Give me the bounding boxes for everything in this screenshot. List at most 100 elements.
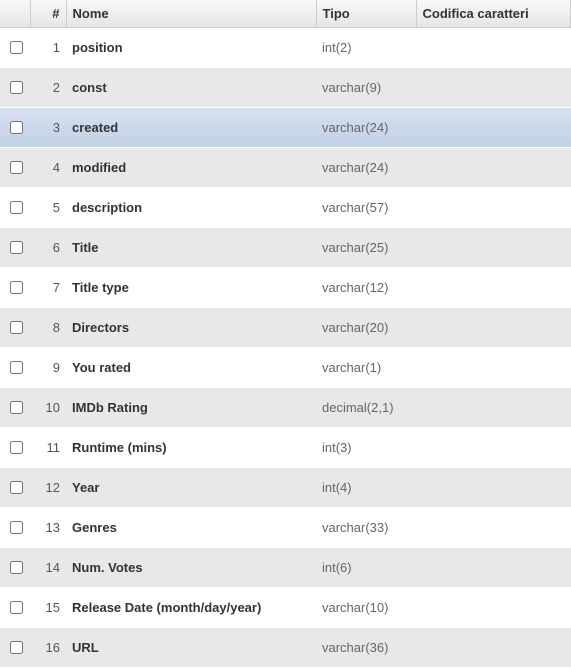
row-checkbox[interactable] <box>10 41 23 54</box>
row-type: varchar(24) <box>316 148 416 188</box>
row-checkbox[interactable] <box>10 281 23 294</box>
row-type: varchar(36) <box>316 628 416 668</box>
table-row[interactable]: 13 Genres varchar(33) <box>0 508 571 548</box>
row-encoding <box>416 68 571 108</box>
row-type: varchar(20) <box>316 308 416 348</box>
row-checkbox[interactable] <box>10 521 23 534</box>
row-checkbox-cell <box>0 628 30 668</box>
row-type: varchar(24) <box>316 108 416 148</box>
table-row[interactable]: 9You ratedvarchar(1) <box>0 348 571 388</box>
header-type[interactable]: Tipo <box>316 0 416 28</box>
table-row[interactable]: 1positionint(2) <box>0 28 571 68</box>
row-encoding <box>416 588 571 628</box>
row-name: URL <box>66 628 316 668</box>
row-checkbox[interactable] <box>10 601 23 614</box>
row-checkbox-cell <box>0 68 30 108</box>
row-number: 10 <box>30 388 66 428</box>
table-row[interactable]: 6Titlevarchar(25) <box>0 228 571 268</box>
row-encoding <box>416 268 571 308</box>
row-type: varchar(12) <box>316 268 416 308</box>
row-number: 13 <box>30 508 66 548</box>
row-checkbox-cell <box>0 188 30 228</box>
row-encoding <box>416 548 571 588</box>
row-number: 3 <box>30 108 66 148</box>
row-name: Year <box>66 468 316 508</box>
column-name-link[interactable]: Directors <box>72 320 129 335</box>
column-name-link[interactable]: modified <box>72 160 126 175</box>
row-name: IMDb Rating <box>66 388 316 428</box>
row-checkbox[interactable] <box>10 641 23 654</box>
row-encoding <box>416 508 571 548</box>
column-name-link[interactable]: description <box>72 200 142 215</box>
column-name-link[interactable]: const <box>72 80 107 95</box>
row-encoding <box>416 468 571 508</box>
table-row[interactable]: 10IMDb Ratingdecimal(2,1) <box>0 388 571 428</box>
row-checkbox[interactable] <box>10 441 23 454</box>
row-checkbox[interactable] <box>10 561 23 574</box>
row-encoding <box>416 428 571 468</box>
table-row[interactable]: 16URLvarchar(36) <box>0 628 571 668</box>
row-number: 15 <box>30 588 66 628</box>
column-name-link[interactable]: You rated <box>72 360 131 375</box>
column-name-link[interactable]: Year <box>72 480 99 495</box>
row-checkbox[interactable] <box>10 401 23 414</box>
table-row[interactable]: 14Num. Votesint(6) <box>0 548 571 588</box>
row-checkbox[interactable] <box>10 321 23 334</box>
row-checkbox-cell <box>0 108 30 148</box>
row-checkbox-cell <box>0 428 30 468</box>
table-row[interactable]: 11 Runtime (mins) int(3) <box>0 428 571 468</box>
row-checkbox-cell <box>0 308 30 348</box>
row-encoding <box>416 28 571 68</box>
column-name-link[interactable]: Num. Votes <box>72 560 143 575</box>
row-name: const <box>66 68 316 108</box>
row-name: You rated <box>66 348 316 388</box>
column-name-link[interactable]: Release Date (month/day/year) <box>72 600 261 615</box>
table-row[interactable]: 15 Release Date (month/day/year) varchar(1… <box>0 588 571 628</box>
row-number: 11 <box>30 428 66 468</box>
row-checkbox[interactable] <box>10 201 23 214</box>
table-row[interactable]: 8 Directors varchar(20) <box>0 308 571 348</box>
row-checkbox[interactable] <box>10 121 23 134</box>
row-encoding <box>416 228 571 268</box>
table-row[interactable]: 2constvarchar(9) <box>0 68 571 108</box>
column-name-link[interactable]: Title <box>72 240 99 255</box>
column-name-link[interactable]: URL <box>72 640 99 655</box>
column-name-link[interactable]: Title type <box>72 280 129 295</box>
row-checkbox[interactable] <box>10 481 23 494</box>
row-checkbox[interactable] <box>10 361 23 374</box>
row-encoding <box>416 628 571 668</box>
header-encoding[interactable]: Codifica caratteri <box>416 0 571 28</box>
table-row[interactable]: 5descriptionvarchar(57) <box>0 188 571 228</box>
header-num[interactable]: # <box>30 0 66 28</box>
row-type: varchar(1) <box>316 348 416 388</box>
row-checkbox-cell <box>0 508 30 548</box>
column-name-link[interactable]: IMDb Rating <box>72 400 148 415</box>
row-checkbox[interactable] <box>10 241 23 254</box>
row-number: 7 <box>30 268 66 308</box>
row-checkbox-cell <box>0 388 30 428</box>
row-type: int(2) <box>316 28 416 68</box>
row-checkbox[interactable] <box>10 81 23 94</box>
row-number: 4 <box>30 148 66 188</box>
header-name[interactable]: Nome <box>66 0 316 28</box>
row-type: int(4) <box>316 468 416 508</box>
row-checkbox-cell <box>0 228 30 268</box>
table-row[interactable]: 7 Title type varchar(12) <box>0 268 571 308</box>
column-name-link[interactable]: Genres <box>72 520 117 535</box>
table-row[interactable]: 3 created varchar(24) <box>0 108 571 148</box>
table-row[interactable]: 12Yearint(4) <box>0 468 571 508</box>
row-type: int(3) <box>316 428 416 468</box>
row-checkbox[interactable] <box>10 161 23 174</box>
row-number: 8 <box>30 308 66 348</box>
row-type: varchar(10) <box>316 588 416 628</box>
column-name-link[interactable]: position <box>72 40 123 55</box>
row-checkbox-cell <box>0 548 30 588</box>
row-name: Num. Votes <box>66 548 316 588</box>
table-row[interactable]: 4 modified varchar(24) <box>0 148 571 188</box>
row-checkbox-cell <box>0 348 30 388</box>
column-name-link[interactable]: created <box>72 120 118 135</box>
row-name: Title type <box>66 268 316 308</box>
row-type: varchar(33) <box>316 508 416 548</box>
row-checkbox-cell <box>0 468 30 508</box>
column-name-link[interactable]: Runtime (mins) <box>72 440 167 455</box>
